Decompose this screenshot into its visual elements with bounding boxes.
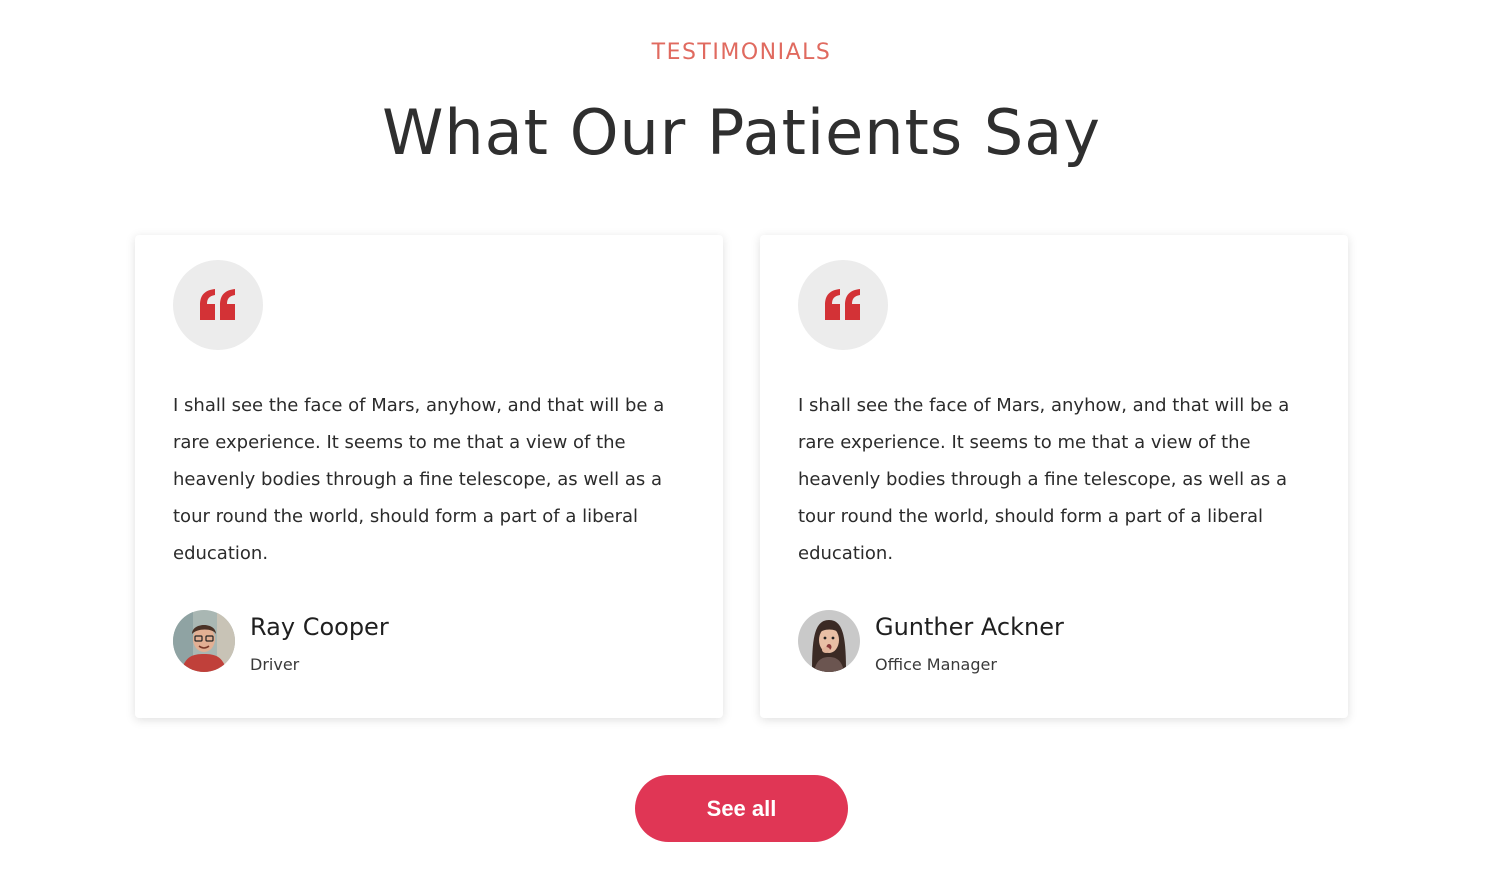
testimonial-card: I shall see the face of Mars, anyhow, an… <box>760 235 1348 718</box>
avatar-photo <box>798 610 860 672</box>
author-name: Ray Cooper <box>250 613 389 641</box>
author-role: Driver <box>250 655 300 674</box>
testimonial-quote: I shall see the face of Mars, anyhow, an… <box>173 395 665 564</box>
quote-icon <box>200 289 235 320</box>
quote-badge <box>173 260 263 350</box>
testimonial-card: I shall see the face of Mars, anyhow, an… <box>135 235 723 718</box>
quote-icon <box>825 289 860 320</box>
avatar <box>173 610 235 672</box>
testimonial-quote: I shall see the face of Mars, anyhow, an… <box>798 395 1290 564</box>
section-eyebrow: TESTIMONIALS <box>651 40 832 65</box>
author-role: Office Manager <box>875 655 997 674</box>
section-title: What Our Patients Say <box>382 96 1101 169</box>
author-name: Gunther Ackner <box>875 613 1064 641</box>
testimonials-section: TESTIMONIALS What Our Patients Say I sha… <box>0 0 1501 893</box>
see-all-button[interactable]: See all <box>635 775 848 842</box>
avatar-photo <box>173 610 235 672</box>
quote-badge <box>798 260 888 350</box>
avatar <box>798 610 860 672</box>
